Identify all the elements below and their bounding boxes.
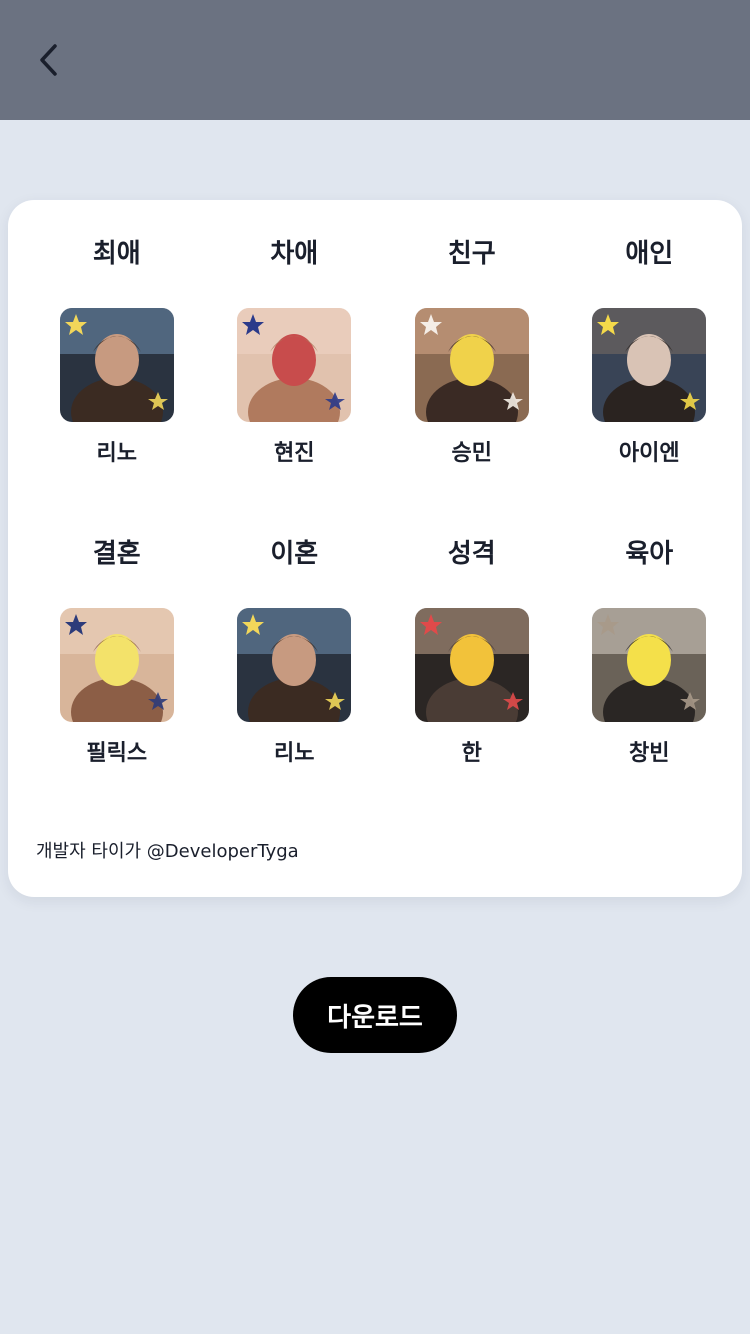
- member-photo[interactable]: [414, 608, 529, 722]
- member-name: 한: [461, 741, 482, 766]
- category-title: 친구: [447, 239, 496, 269]
- category-title: 성격: [447, 539, 496, 569]
- member-name: 아이엔: [618, 441, 680, 466]
- member-photo[interactable]: [414, 308, 529, 422]
- member-name: 창빈: [629, 741, 670, 766]
- member-grid: 최애 리노 차애 현진 친구 승민 애인 아이엔 결혼 필릭스 이혼 리노 성격 한 육아 창빈: [28, 230, 738, 772]
- category-title: 최애: [92, 239, 141, 269]
- category-title: 이혼: [270, 539, 319, 569]
- result-card: 최애 리노 차애 현진 친구 승민 애인 아이엔 결혼 필릭스 이혼 리노 성격 한 육아 창빈 개발자 타이…: [8, 200, 742, 897]
- back-button[interactable]: [30, 40, 70, 80]
- member-name: 필릭스: [86, 741, 148, 766]
- member-cell: 성격한: [383, 530, 561, 772]
- member-photo[interactable]: [237, 308, 352, 422]
- category-title: 차애: [270, 239, 319, 269]
- member-cell: 차애현진: [206, 230, 384, 472]
- developer-credit: 개발자 타이가 @DeveloperTyga: [36, 841, 299, 862]
- member-photo[interactable]: [592, 608, 707, 722]
- member-name: 현진: [274, 441, 315, 466]
- member-photo[interactable]: [237, 608, 352, 722]
- category-title: 결혼: [92, 539, 141, 569]
- member-cell: 결혼필릭스: [28, 530, 206, 772]
- top-app-bar: [0, 0, 750, 120]
- download-button[interactable]: 다운로드: [293, 977, 457, 1053]
- member-cell: 육아창빈: [561, 530, 739, 772]
- member-name: 리노: [96, 441, 137, 466]
- member-cell: 애인아이엔: [561, 230, 739, 472]
- category-title: 육아: [625, 539, 674, 569]
- member-name: 승민: [451, 441, 492, 466]
- member-photo[interactable]: [59, 608, 174, 722]
- member-photo[interactable]: [592, 308, 707, 422]
- member-photo[interactable]: [59, 308, 174, 422]
- category-title: 애인: [625, 239, 674, 269]
- member-cell: 최애리노: [28, 230, 206, 472]
- chevron-left-icon: [40, 44, 57, 76]
- member-cell: 친구승민: [383, 230, 561, 472]
- member-cell: 이혼리노: [206, 530, 384, 772]
- member-name: 리노: [274, 741, 315, 766]
